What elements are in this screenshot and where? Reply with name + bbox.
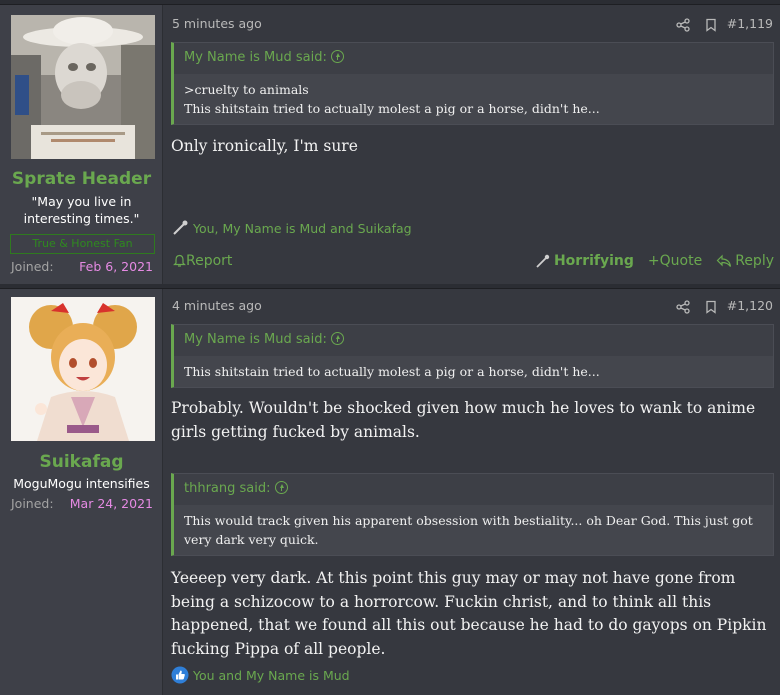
post-message: Probably. Wouldn't be shocked given how … — [171, 399, 756, 441]
reactions-text: You and My Name is Mud — [193, 667, 350, 683]
post-1120: Suikafag MoguMogu intensifies Joined: Ma… — [0, 288, 780, 695]
quote-body: >cruelty to animals This shitstain tried… — [174, 74, 773, 124]
bell-icon — [173, 254, 186, 267]
post-time[interactable]: 4 minutes ago — [172, 298, 262, 313]
horrifying-reaction-icon — [173, 220, 188, 235]
reactions-bar[interactable]: You and My Name is Mud — [171, 666, 350, 684]
quote-block: My Name is Mud said: This shitstain trie… — [171, 324, 774, 388]
avatar[interactable] — [11, 15, 155, 159]
report-button[interactable]: Report — [173, 253, 232, 269]
joined-date: Feb 6, 2021 — [79, 259, 153, 274]
share-icon[interactable] — [676, 299, 690, 314]
quote-label: +Quote — [647, 253, 703, 269]
post-number[interactable]: #1,119 — [727, 16, 773, 31]
user-info: Sprate Header "May you live in interesti… — [0, 5, 163, 284]
quote-author[interactable]: My Name is Mud said: — [174, 325, 773, 356]
joined-label: Joined: — [11, 496, 54, 511]
post-number[interactable]: #1,120 — [727, 298, 773, 313]
jump-to-quote-icon[interactable] — [330, 332, 344, 345]
username[interactable]: Sprate Header — [0, 169, 163, 189]
reply-label: Reply — [735, 253, 774, 269]
user-title: "May you live in interesting times." — [23, 194, 140, 226]
avatar[interactable] — [11, 297, 155, 441]
quote-button[interactable]: +Quote — [648, 253, 702, 269]
post-1119: Sprate Header "May you live in interesti… — [0, 4, 780, 284]
post-main: 4 minutes ago #1,120 My Name is Mud said… — [163, 289, 780, 695]
post-time[interactable]: 5 minutes ago — [172, 16, 262, 31]
reactions-text: You, My Name is Mud and Suikafag — [193, 220, 412, 236]
reactions-bar[interactable]: You, My Name is Mud and Suikafag — [171, 219, 412, 237]
quote-author[interactable]: thhrang said: — [174, 474, 773, 505]
joined-date: Mar 24, 2021 — [69, 496, 153, 511]
user-banner: True & Honest Fan — [10, 234, 155, 254]
like-reaction-icon — [171, 666, 189, 684]
bookmark-icon[interactable] — [704, 17, 718, 32]
jump-to-quote-icon[interactable] — [274, 481, 288, 494]
jump-to-quote-icon[interactable] — [330, 50, 344, 63]
quote-author[interactable]: My Name is Mud said: — [174, 43, 773, 74]
reaction-label: Horrifying — [553, 253, 634, 269]
quote-block: My Name is Mud said: >cruelty to animals… — [171, 42, 774, 125]
quote-line: This would track given his apparent obse… — [184, 513, 753, 547]
reply-icon — [716, 254, 732, 267]
username[interactable]: Suikafag — [0, 452, 163, 472]
joined-label: Joined: — [11, 259, 54, 274]
quote-line: >cruelty to animals — [184, 82, 309, 97]
post-message-2: Yeeeep very dark. At this point this guy… — [171, 569, 767, 658]
reply-button[interactable]: Reply — [716, 253, 774, 269]
quote-line: This shitstain tried to actually molest … — [184, 101, 600, 116]
post-main: 5 minutes ago #1,119 My Name is Mud said… — [163, 5, 780, 284]
user-title: MoguMogu intensifies — [13, 476, 150, 491]
bookmark-icon[interactable] — [704, 299, 718, 314]
quote-body: This shitstain tried to actually molest … — [174, 356, 773, 387]
post-message: Only ironically, I'm sure — [171, 137, 358, 155]
report-label: Report — [186, 253, 233, 269]
action-group: Horrifying +Quote Reply — [521, 253, 774, 269]
share-icon[interactable] — [676, 17, 690, 32]
quote-body: This would track given his apparent obse… — [174, 505, 773, 555]
quote-line: This shitstain tried to actually molest … — [184, 364, 600, 379]
wand-icon — [536, 254, 550, 268]
reaction-button[interactable]: Horrifying — [535, 253, 634, 269]
user-info: Suikafag MoguMogu intensifies Joined: Ma… — [0, 289, 163, 695]
quote-block: thhrang said: This would track given his… — [171, 473, 774, 556]
